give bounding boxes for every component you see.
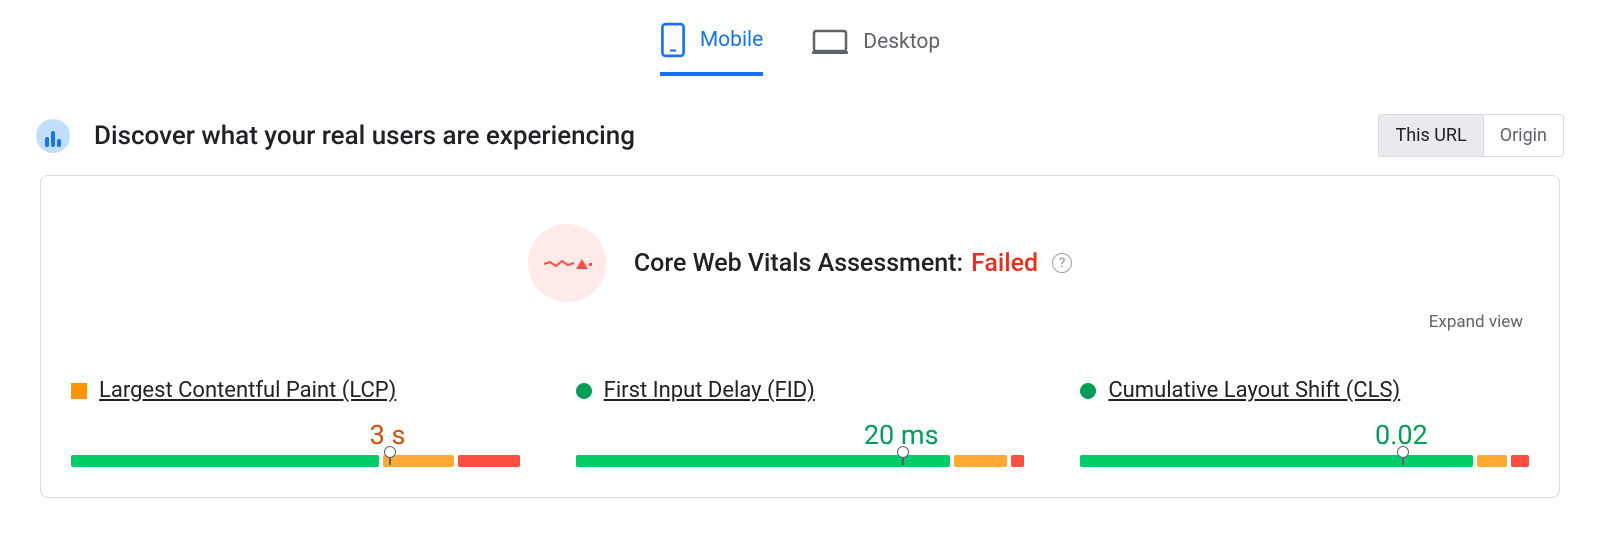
metric-fid-bar [576,455,1025,467]
bar-seg-ni [383,455,454,467]
assessment-fail-icon [528,224,606,302]
tab-mobile-label: Mobile [700,28,763,52]
scope-toggle: This URL Origin [1378,114,1564,157]
metric-lcp-marker [384,446,396,458]
device-tabs: Mobile Desktop [0,0,1600,76]
bar-seg-ni [954,455,1007,467]
metric-cls-name[interactable]: Cumulative Layout Shift (CLS) [1108,378,1400,403]
metric-fid-name[interactable]: First Input Delay (FID) [604,378,815,403]
metric-fid-marker [897,446,909,458]
vitals-card: Core Web Vitals Assessment: Failed ? Exp… [40,175,1560,498]
bar-seg-poor [1011,455,1024,467]
help-icon[interactable]: ? [1052,253,1072,273]
crux-icon [36,119,70,153]
assessment-status: Failed [971,249,1038,278]
tab-desktop[interactable]: Desktop [811,22,940,76]
desktop-icon [811,27,849,57]
bar-seg-ni [1477,455,1508,467]
mobile-icon [660,22,686,58]
assessment-row: Core Web Vitals Assessment: Failed ? [71,224,1529,302]
assessment-prefix: Core Web Vitals Assessment: [634,249,963,278]
metrics-row: Largest Contentful Paint (LCP) 3 s First… [71,378,1529,467]
bar-seg-good [1080,455,1472,467]
tab-mobile[interactable]: Mobile [660,22,763,76]
section-header: Discover what your real users are experi… [0,76,1600,175]
circle-green-icon [1080,383,1096,399]
bar-seg-poor [458,455,520,467]
assessment-text: Core Web Vitals Assessment: Failed ? [634,249,1072,278]
scope-origin-button[interactable]: Origin [1484,115,1563,156]
bar-seg-good [576,455,951,467]
metric-cls-marker [1397,446,1409,458]
circle-green-icon [576,383,592,399]
metric-lcp-bar [71,455,520,467]
bar-seg-poor [1511,455,1529,467]
metric-cls: Cumulative Layout Shift (CLS) 0.02 [1080,378,1529,467]
metric-fid: First Input Delay (FID) 20 ms [576,378,1025,467]
scope-this-url-button[interactable]: This URL [1379,115,1483,156]
metric-lcp-name[interactable]: Largest Contentful Paint (LCP) [99,378,396,403]
expand-view-link[interactable]: Expand view [1429,312,1523,332]
metric-cls-bar [1080,455,1529,467]
section-title: Discover what your real users are experi… [94,121,1378,151]
bar-seg-good [71,455,379,467]
tab-desktop-label: Desktop [863,30,940,54]
metric-lcp: Largest Contentful Paint (LCP) 3 s [71,378,520,467]
square-orange-icon [71,383,87,399]
